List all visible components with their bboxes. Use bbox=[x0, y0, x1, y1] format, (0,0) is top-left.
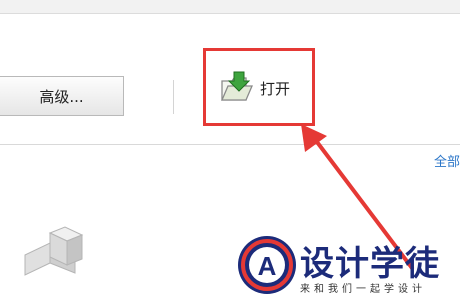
brand-slogan: 来和我们一起学设计 bbox=[300, 284, 426, 295]
logo-circle-icon: A bbox=[238, 236, 296, 294]
brand-name: 设计学徒 bbox=[300, 244, 440, 284]
logo-letter: A bbox=[258, 251, 277, 281]
3d-block-icon bbox=[24, 226, 84, 276]
